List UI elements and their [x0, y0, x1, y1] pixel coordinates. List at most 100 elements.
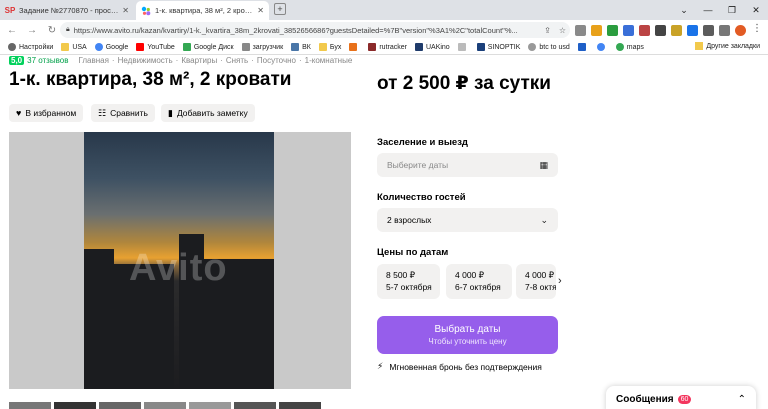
date-price-card[interactable]: 4 000 ₽ 6-7 октября	[446, 264, 512, 299]
chevron-down-icon[interactable]: ⌄	[672, 0, 696, 20]
extension-icon[interactable]	[655, 24, 666, 36]
window-controls: ⌄ — ❐ ✕	[672, 0, 768, 20]
breadcrumb-item[interactable]: Квартиры	[181, 56, 217, 65]
tab-avito[interactable]: 1-к. квартира, 38 м², 2 кровати с ✕	[136, 1, 269, 20]
bookmark-btc[interactable]: btc to usd	[528, 43, 570, 51]
lock-icon: 🔒︎	[66, 26, 70, 33]
extension-icon[interactable]	[591, 24, 602, 36]
download-icon	[241, 43, 250, 51]
chevron-right-icon[interactable]: ›	[558, 275, 562, 287]
messages-widget[interactable]: Сообщения 60 ⌃	[606, 386, 756, 409]
date-price-card[interactable]: 4 000 ₽ 7-8 октября	[516, 264, 556, 299]
bookmark-label: btc to usd	[539, 43, 570, 51]
bookmark-drive[interactable]: Google Диск	[182, 43, 234, 51]
bookmark-buh[interactable]: Бух	[318, 43, 341, 51]
chevron-down-icon: ⌄	[540, 214, 548, 225]
other-bookmarks[interactable]: Другие закладки	[695, 42, 760, 50]
thumbnail[interactable]	[144, 402, 186, 409]
calendar-icon: ▦	[539, 159, 548, 170]
bookmark-page[interactable]	[457, 43, 469, 51]
date-price: 4 000 ₽	[455, 270, 485, 280]
bookmark-google[interactable]: Google	[94, 43, 128, 51]
bookmark-label: загрузчик	[252, 43, 284, 51]
dates-field[interactable]: Выберите даты ▦	[377, 153, 558, 177]
bookmark-p[interactable]	[577, 43, 589, 51]
guests-label: Количество гостей	[377, 192, 466, 203]
thumbnail[interactable]	[279, 402, 321, 409]
breadcrumb-separator: ·	[251, 56, 254, 65]
breadcrumb-item[interactable]: Главная	[78, 56, 108, 65]
back-icon[interactable]: ←	[4, 22, 20, 38]
thumbnail[interactable]	[234, 402, 276, 409]
bookmark-sinoptik[interactable]: SINOPTIK	[476, 43, 521, 51]
chevron-up-icon[interactable]: ⌃	[738, 394, 746, 405]
breadcrumb-separator: ·	[220, 56, 223, 65]
p-icon	[577, 43, 586, 51]
reviews-and-breadcrumbs: 5,0 37 отзывов Главная · Недвижимость · Кв…	[9, 55, 355, 66]
thumbnail[interactable]	[9, 402, 51, 409]
extension-icon[interactable]	[575, 24, 586, 36]
bookmark-label: rutracker	[379, 43, 407, 51]
new-tab-icon[interactable]: +	[274, 3, 286, 15]
star-icon[interactable]: ☆	[559, 26, 566, 35]
favorite-button[interactable]: ♥ В избранном	[9, 104, 84, 122]
avito-favicon-icon	[141, 6, 151, 16]
extension-icon[interactable]	[703, 24, 714, 36]
browser-window: SP Задание №2770870 - просмотр з ✕ 1-к. …	[0, 0, 768, 409]
cta-main-label: Выбрать даты	[434, 324, 501, 335]
menu-icon[interactable]: ⋮	[752, 23, 762, 34]
building-shape	[84, 249, 114, 389]
compare-button[interactable]: ☷ Сравнить	[91, 104, 155, 122]
close-window-icon[interactable]: ✕	[744, 0, 768, 20]
thumbnail[interactable]	[99, 402, 141, 409]
instant-booking-note: ⚡︎ Мгновенная бронь без подтверждения	[377, 361, 542, 372]
compare-label: Сравнить	[110, 108, 148, 118]
thumbnail[interactable]	[189, 402, 231, 409]
breadcrumb-item[interactable]: 1-комнатные	[305, 56, 353, 65]
forward-icon[interactable]: →	[24, 22, 40, 38]
date-range: 7-8 октября	[525, 282, 556, 292]
other-bookmarks-label: Другие закладки	[706, 42, 760, 50]
close-icon[interactable]: ✕	[257, 6, 264, 15]
breadcrumb-item[interactable]: Снять	[226, 56, 248, 65]
bookmark-vk[interactable]: ВК	[291, 43, 311, 51]
close-icon[interactable]: ✕	[122, 6, 129, 15]
choose-dates-button[interactable]: Выбрать даты Чтобы уточнить цену	[377, 316, 558, 354]
bookmark-usa[interactable]: USA	[61, 43, 87, 51]
bookmark-f[interactable]	[349, 43, 360, 51]
puzzle-icon[interactable]	[719, 24, 730, 36]
reviews-link[interactable]: 37 отзывов	[27, 56, 68, 65]
folder-icon	[695, 42, 704, 50]
bookmark-uakino[interactable]: UAKino	[414, 43, 450, 51]
extension-icon[interactable]	[639, 24, 650, 36]
avatar[interactable]	[735, 24, 746, 36]
date-price: 4 000 ₽	[525, 270, 555, 280]
add-note-button[interactable]: ▮ Добавить заметку	[161, 104, 255, 122]
date-price-card[interactable]: 8 500 ₽ 5-7 октября	[377, 264, 440, 299]
guests-select[interactable]: 2 взрослых ⌄	[377, 208, 558, 232]
breadcrumb-item[interactable]: Посуточно	[257, 56, 296, 65]
checkin-label: Заселение и выезд	[377, 137, 468, 148]
bookmark-rutracker[interactable]: rutracker	[368, 43, 407, 51]
reload-icon[interactable]: ↻	[44, 22, 60, 38]
maximize-icon[interactable]: ❐	[720, 0, 744, 20]
heart-icon: ♥	[16, 108, 22, 118]
minimize-icon[interactable]: —	[696, 0, 720, 20]
bookmark-settings[interactable]: Настройки	[8, 43, 53, 51]
extension-icon[interactable]	[607, 24, 618, 36]
extension-icon[interactable]	[671, 24, 682, 36]
bookmark-maps[interactable]: maps	[615, 43, 644, 51]
share-icon[interactable]: ⇪	[544, 26, 551, 35]
bookmark-label: SINOPTIK	[487, 43, 521, 51]
bookmark-downloader[interactable]: загрузчик	[241, 43, 284, 51]
listing-photo[interactable]: Avito	[9, 132, 351, 389]
tab-task[interactable]: SP Задание №2770870 - просмотр з ✕	[0, 1, 134, 20]
bookmark-g[interactable]	[596, 43, 608, 51]
extension-icon[interactable]	[623, 24, 634, 36]
extension-icon[interactable]	[687, 24, 698, 36]
address-bar[interactable]: 🔒︎ https://www.avito.ru/kazan/kvartiry/1…	[60, 22, 570, 38]
breadcrumb-item[interactable]: Недвижимость	[118, 56, 173, 65]
bookmark-youtube[interactable]: YouTube	[136, 43, 175, 51]
thumbnail[interactable]	[54, 402, 96, 409]
bookmark-label: Google Диск	[193, 43, 234, 51]
